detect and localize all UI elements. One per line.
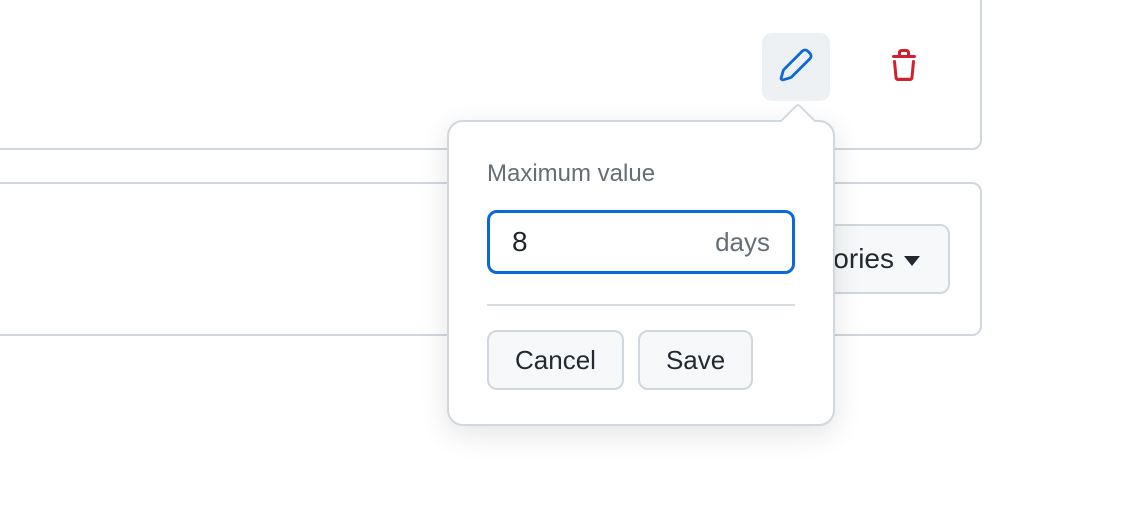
save-button[interactable]: Save bbox=[638, 330, 753, 390]
maximum-value-label: Maximum value bbox=[487, 160, 795, 188]
edit-button[interactable] bbox=[762, 33, 830, 101]
trash-icon bbox=[888, 49, 920, 86]
caret-down-icon bbox=[904, 256, 920, 266]
delete-button[interactable] bbox=[870, 33, 938, 101]
pencil-icon bbox=[779, 48, 813, 87]
repositories-dropdown-label: ories bbox=[833, 243, 894, 275]
maximum-value-popover: Maximum value days Cancel Save bbox=[447, 120, 835, 426]
cancel-button[interactable]: Cancel bbox=[487, 330, 624, 390]
popover-button-row: Cancel Save bbox=[487, 330, 795, 390]
popover-divider bbox=[487, 304, 795, 306]
maximum-value-unit: days bbox=[703, 227, 770, 258]
maximum-value-input-wrap[interactable]: days bbox=[487, 210, 795, 274]
maximum-value-input[interactable] bbox=[512, 226, 703, 258]
